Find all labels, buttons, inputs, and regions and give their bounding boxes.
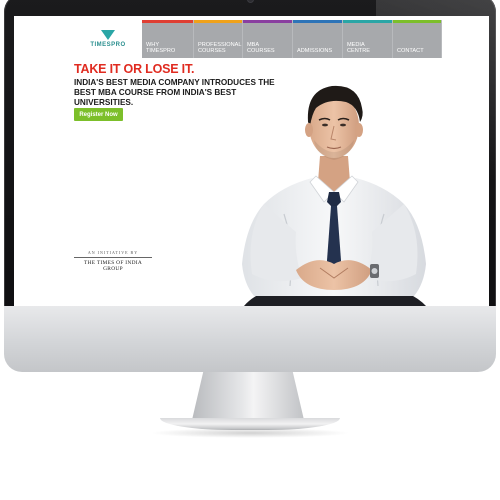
- hero-headline: TAKE IT OR LOSE IT.: [74, 62, 195, 76]
- nav-item-media-centre[interactable]: MEDIA CENTRE: [343, 20, 393, 58]
- logo-icon: [101, 30, 115, 40]
- nav-item-label: WHY TIMESPRO: [146, 41, 176, 54]
- hero-model-image: [242, 85, 426, 306]
- logo-text: TIMESPRO: [90, 42, 126, 48]
- monitor-chin: [4, 306, 496, 372]
- nav-color-bar: [343, 20, 392, 23]
- top-navigation: TIMESPRO WHY TIMESPRO PROFESSIONAL COURS…: [74, 20, 442, 58]
- nav-menu: WHY TIMESPRO PROFESSIONAL COURSES MBA CO…: [142, 20, 442, 58]
- nav-item-contact[interactable]: CONTACT: [393, 20, 442, 58]
- nav-color-bar: [243, 20, 292, 23]
- nav-item-professional-courses[interactable]: PROFESSIONAL COURSES: [194, 20, 243, 58]
- timespro-logo[interactable]: TIMESPRO: [74, 20, 142, 58]
- initiative-label: AN INITIATIVE BY: [87, 250, 139, 255]
- nav-item-label: MBA COURSES: [247, 41, 275, 54]
- nav-item-mba-courses[interactable]: MBA COURSES: [243, 20, 293, 58]
- nav-item-label: MEDIA CENTRE: [347, 41, 370, 54]
- nav-item-label: PROFESSIONAL COURSES: [198, 41, 242, 54]
- times-of-india-group-logo[interactable]: THE TIMES OF INDIA GROUP: [74, 260, 152, 272]
- nav-item-label: ADMISSIONS: [297, 47, 333, 54]
- nav-item-admissions[interactable]: ADMISSIONS: [293, 20, 343, 58]
- website-screen: TIMESPRO WHY TIMESPRO PROFESSIONAL COURS…: [14, 16, 489, 306]
- nav-color-bar: [393, 20, 441, 23]
- nav-color-bar: [142, 20, 193, 23]
- divider: [74, 257, 152, 258]
- register-now-button[interactable]: Register Now: [74, 108, 123, 121]
- nav-color-bar: [194, 20, 242, 23]
- stand-shadow: [150, 428, 350, 438]
- camera-icon: [248, 0, 253, 2]
- nav-item-label: CONTACT: [397, 47, 424, 54]
- nav-color-bar: [293, 20, 342, 23]
- monitor-stand: [192, 372, 304, 420]
- initiative-by: AN INITIATIVE BY THE TIMES OF INDIA GROU…: [74, 250, 152, 272]
- nav-item-why-timespro[interactable]: WHY TIMESPRO: [142, 20, 194, 58]
